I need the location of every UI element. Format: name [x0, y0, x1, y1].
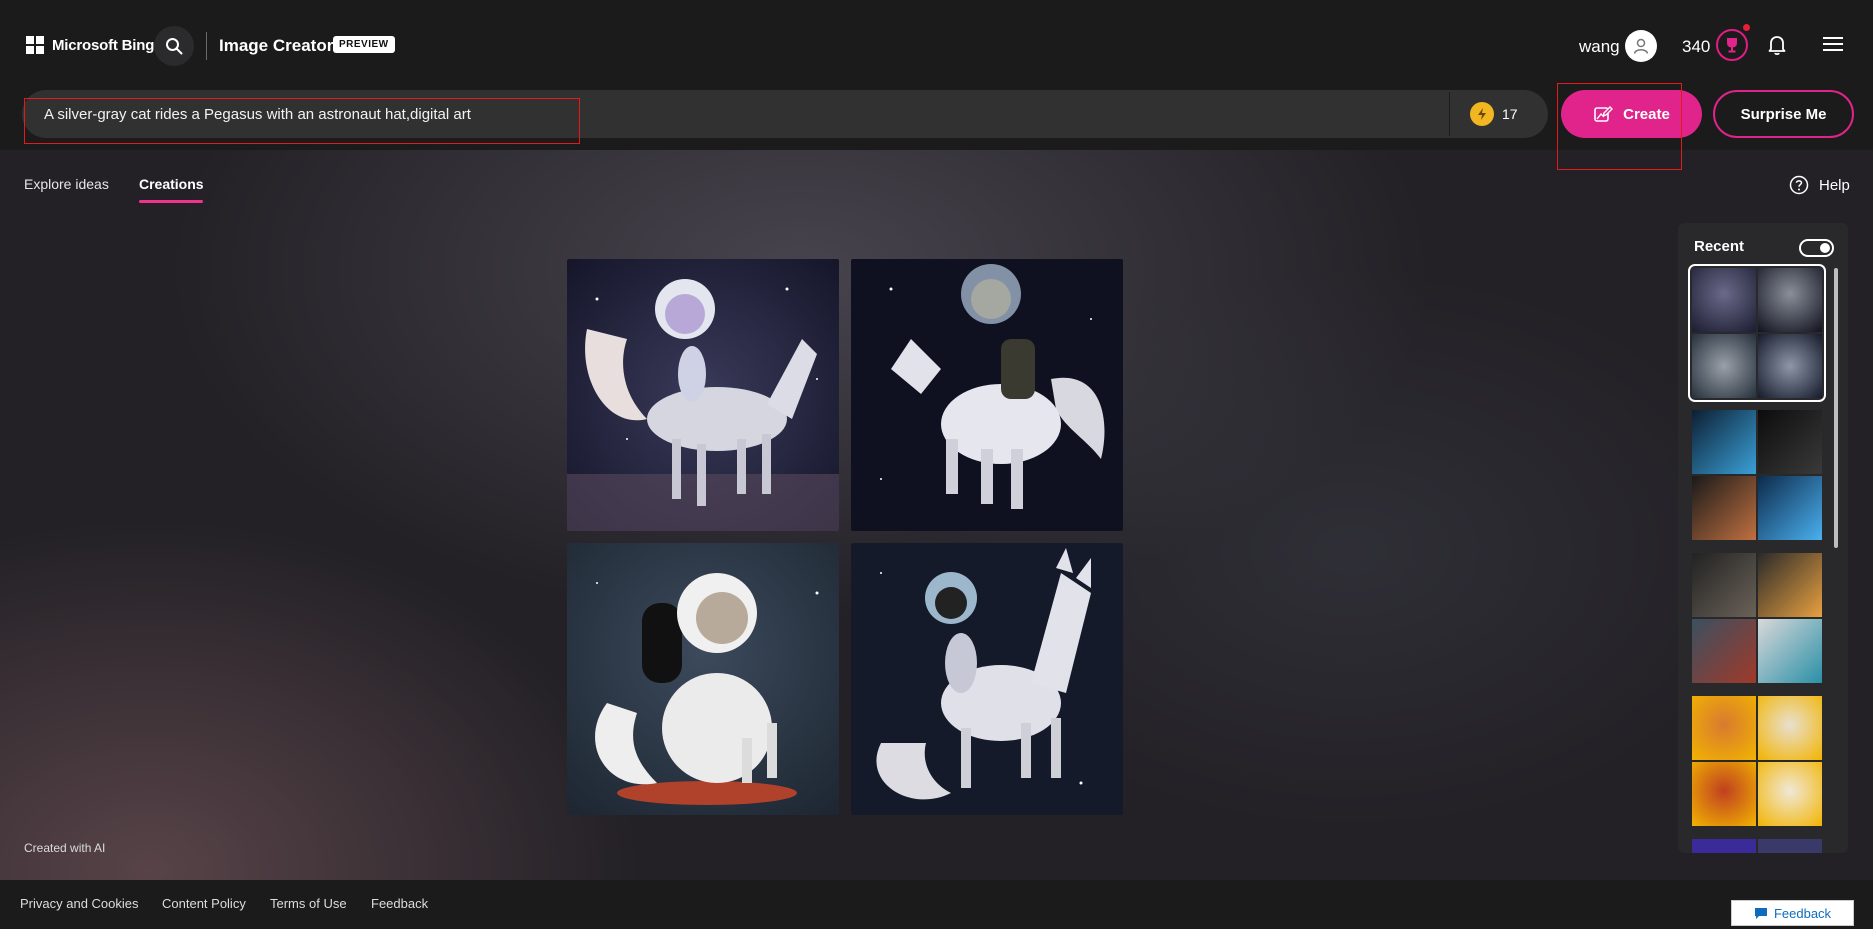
- app-title[interactable]: Image Creator: [219, 36, 333, 56]
- header-divider: [206, 32, 207, 60]
- feedback-button-label: Feedback: [1773, 905, 1832, 921]
- avatar[interactable]: [1625, 30, 1657, 62]
- notifications-button[interactable]: [1767, 34, 1787, 61]
- preview-badge: PREVIEW: [333, 36, 395, 53]
- recent-creation-1[interactable]: [1688, 264, 1826, 402]
- thumbnail: [1692, 410, 1756, 474]
- footer-link-content-policy[interactable]: Content Policy: [162, 896, 246, 911]
- highlight-box-prompt: [24, 98, 580, 144]
- recent-creation-5[interactable]: [1692, 839, 1822, 853]
- feedback-icon: [1754, 907, 1767, 919]
- created-with-ai-label: Created with AI: [24, 841, 106, 855]
- thumbnail: [1692, 334, 1756, 398]
- thumbnail: [1692, 762, 1756, 826]
- search-button[interactable]: [154, 26, 194, 66]
- thumbnail: [1692, 839, 1756, 853]
- logo-text: Microsoft Bing: [52, 36, 155, 54]
- search-icon: [166, 38, 183, 55]
- recent-creation-2[interactable]: [1692, 410, 1822, 540]
- tab-explore-ideas[interactable]: Explore ideas: [24, 176, 109, 192]
- thumbnail: [1758, 839, 1822, 853]
- footer-link-terms[interactable]: Terms of Use: [270, 896, 347, 911]
- notification-dot: [1743, 24, 1750, 31]
- thumbnail: [1758, 696, 1822, 760]
- thumbnail: [1758, 619, 1822, 683]
- footer-link-privacy[interactable]: Privacy and Cookies: [20, 896, 139, 911]
- recent-panel: Recent: [1678, 223, 1848, 853]
- active-tab-indicator: [139, 200, 203, 203]
- recent-toggle[interactable]: [1799, 239, 1834, 257]
- recent-creation-3[interactable]: [1692, 553, 1822, 683]
- generated-image-1[interactable]: [567, 259, 839, 531]
- recent-title: Recent: [1694, 238, 1745, 255]
- generated-image-2[interactable]: [851, 259, 1123, 531]
- thumbnail: [1692, 268, 1756, 332]
- thumbnail: [1692, 553, 1756, 617]
- toggle-knob: [1820, 243, 1830, 253]
- bell-icon: [1768, 36, 1786, 56]
- hamburger-icon: [1823, 37, 1843, 51]
- thumbnail: [1692, 696, 1756, 760]
- trophy-icon: [1727, 38, 1737, 53]
- help-button[interactable]: Help: [1789, 175, 1850, 195]
- prompt-divider: [1449, 92, 1450, 136]
- bing-logo[interactable]: Microsoft Bing: [26, 36, 154, 54]
- feedback-button[interactable]: Feedback: [1731, 900, 1854, 926]
- generated-image-3[interactable]: [567, 543, 839, 815]
- rewards-button[interactable]: [1716, 29, 1748, 61]
- help-label: Help: [1819, 176, 1850, 194]
- recent-scrollbar[interactable]: [1834, 268, 1838, 548]
- user-name[interactable]: wang: [1579, 37, 1620, 57]
- thumbnail: [1758, 410, 1822, 474]
- user-icon: [1633, 38, 1649, 54]
- generated-image-4[interactable]: [851, 543, 1123, 815]
- recent-creation-4[interactable]: [1692, 696, 1822, 826]
- boost-count: 17: [1502, 106, 1518, 122]
- thumbnail: [1758, 553, 1822, 617]
- footer-link-feedback[interactable]: Feedback: [371, 896, 428, 911]
- thumbnail: [1758, 762, 1822, 826]
- boost-counter[interactable]: 17: [1470, 102, 1518, 126]
- thumbnail: [1692, 476, 1756, 540]
- surprise-me-button[interactable]: Surprise Me: [1713, 90, 1854, 138]
- tab-creations[interactable]: Creations: [139, 176, 204, 192]
- highlight-box-create: [1557, 83, 1682, 170]
- hamburger-menu[interactable]: [1822, 35, 1844, 58]
- thumbnail: [1758, 268, 1822, 332]
- thumbnail: [1758, 476, 1822, 540]
- microsoft-logo-icon: [26, 36, 44, 54]
- thumbnail: [1758, 334, 1822, 398]
- thumbnail: [1692, 619, 1756, 683]
- boost-icon: [1470, 102, 1494, 126]
- rewards-points[interactable]: 340: [1682, 37, 1710, 57]
- help-icon: [1789, 175, 1809, 195]
